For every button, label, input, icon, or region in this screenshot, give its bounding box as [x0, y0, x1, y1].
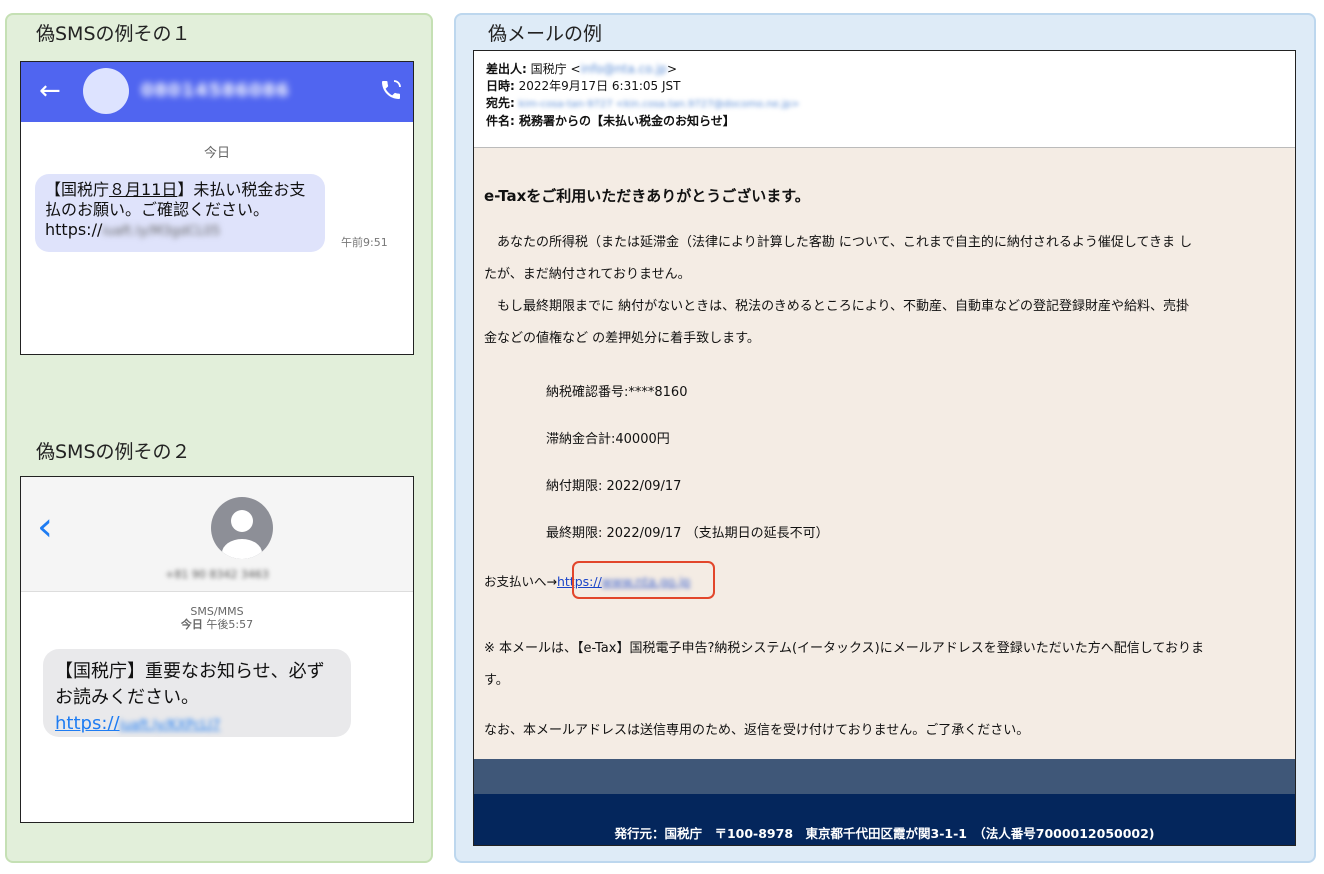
message-text: 【国税庁	[45, 180, 110, 199]
sms1-screenshot: ← 08014586086 今日 【国税庁８月11日】未払い税金お支 払のお願い…	[20, 61, 414, 355]
to-label: 宛先:	[486, 96, 515, 110]
final-deadline: 最終期限: 2022/09/17 （支払期日の延長不可）	[546, 526, 829, 541]
notice-1: ※ 本メールは、【e-Tax】国税電子申告?納税システム(イータックス)にメール…	[484, 633, 1289, 697]
message-bubble: 【国税庁】重要なお知らせ、必ずお読みください。 https://iuaft.ly/…	[43, 649, 351, 737]
sms2-screenshot: ‹ +81 90 8342 3463 SMS/MMS 今日 午後5:57 【国税…	[20, 476, 414, 823]
sms2-title: 偽SMSの例その２	[36, 441, 191, 463]
tax-number: 納税確認番号:****8160	[546, 385, 688, 400]
date-separator: 今日	[203, 146, 230, 161]
chevron-left-icon[interactable]: ‹	[37, 507, 53, 547]
message-type: SMS/MMS	[190, 605, 244, 618]
subject-label: 件名:	[486, 114, 515, 128]
from-label: 差出人:	[486, 62, 527, 76]
to-row: 宛先: kim-cosa-tan-9727 <kin.cosa.tan.9727…	[486, 95, 1283, 113]
message-text: 【国税庁】重要なお知らせ、必ずお読みください。	[55, 661, 325, 708]
link-highlight-box	[572, 561, 715, 599]
message-bubble: 【国税庁８月11日】未払い税金お支 払のお願い。ご確認ください。 https:/…	[35, 174, 325, 252]
paragraph-1: あなたの所得税（または延滞金（法律により計算した客勘 について、これまで自主的に…	[484, 227, 1289, 355]
phone-icon[interactable]	[379, 78, 403, 102]
email-title: 偽メールの例	[488, 23, 603, 45]
link-prefix: https://	[45, 220, 103, 239]
from-close: >	[666, 62, 678, 76]
avatar	[83, 68, 129, 114]
total-amount: 滞納金合計:40000円	[546, 432, 670, 447]
from-row: 差出人: 国税庁 <info@nta.co.jp>	[486, 61, 1283, 78]
email-heading: e-Taxをご利用いただきありがとうございます。	[484, 187, 810, 205]
message-link[interactable]: https://iuaft.ly/M3gdCL05	[45, 220, 315, 242]
subject-row: 件名: 税務署からの【未払い税金のお知らせ】	[486, 113, 1283, 130]
sender-number: +81 90 8342 3463	[165, 568, 269, 581]
payment-deadline: 納付期限: 2022/09/17	[546, 479, 682, 494]
message-text: 】未払い税金お支	[177, 180, 306, 199]
link-blurred: iuaft.ly/M3gdCL05	[102, 224, 221, 239]
sms1-header: ← 08014586086	[21, 62, 413, 122]
sms1-title: 偽SMSの例その１	[36, 23, 191, 45]
footer-band	[474, 759, 1295, 794]
message-date: ８月11日	[109, 180, 178, 199]
link-blurred: iuaft.ly/KXPcLJ7	[119, 718, 221, 733]
sms2-header: ‹ +81 90 8342 3463	[21, 477, 413, 592]
notice-line: ※ 本メールは、【e-Tax】国税電子申告?納税システム(イータックス)にメール…	[484, 641, 1204, 656]
email-footer: 発行元：国税庁 〒100-8978 東京都千代田区霞が関3-1-1 （法人番号7…	[474, 794, 1295, 845]
message-link[interactable]: https://iuaft.ly/KXPcLJ7	[55, 713, 220, 734]
date-row: 日時: 2022年9月17日 6:31:05 JST	[486, 78, 1283, 95]
paragraph-line: 金などの値権など の差押処分に着手致します。	[484, 331, 760, 346]
link-prefix: お支払いへ→	[484, 574, 557, 589]
message-meta: SMS/MMS 今日 午後5:57	[21, 605, 413, 631]
paragraph-line: もし最終期限までに 納付がないときは、税法のきめるところにより、不動産、自動車な…	[484, 299, 1189, 314]
paragraph-line: あなたの所得税（または延滞金（法律により計算した客勘 について、これまで自主的に…	[484, 235, 1193, 250]
date-label: 日時:	[486, 79, 515, 93]
arrow-left-icon[interactable]: ←	[39, 76, 61, 106]
to-value: kim-cosa-tan-9727 <kin.cosa.tan.9727@doc…	[518, 99, 800, 110]
time-label: 今日	[180, 618, 203, 631]
subject-value: 税務署からの【未払い税金のお知らせ】	[514, 114, 735, 128]
message-time: 午前9:51	[341, 236, 388, 249]
from-value: 国税庁 <	[526, 62, 581, 76]
time-value: 午後5:57	[202, 618, 254, 631]
sender-number: 08014586086	[141, 80, 290, 101]
fake-email: 差出人: 国税庁 <info@nta.co.jp> 日時: 2022年9月17日…	[473, 50, 1296, 846]
message-text: 払のお願い。ご確認ください。	[45, 200, 270, 219]
paragraph-line: たが、まだ納付されておりません。	[484, 267, 691, 282]
notice-2: なお、本メールアドレスは送信専用のため、返信を受け付けておりません。ご了承くださ…	[484, 723, 1030, 738]
email-header: 差出人: 国税庁 <info@nta.co.jp> 日時: 2022年9月17日…	[474, 51, 1295, 148]
notice-line: す。	[484, 673, 509, 688]
from-email[interactable]: info@nta.co.jp	[581, 62, 667, 76]
person-icon	[211, 497, 273, 559]
link-prefix: https://	[55, 713, 120, 734]
date-value: 2022年9月17日 6:31:05 JST	[514, 79, 681, 93]
